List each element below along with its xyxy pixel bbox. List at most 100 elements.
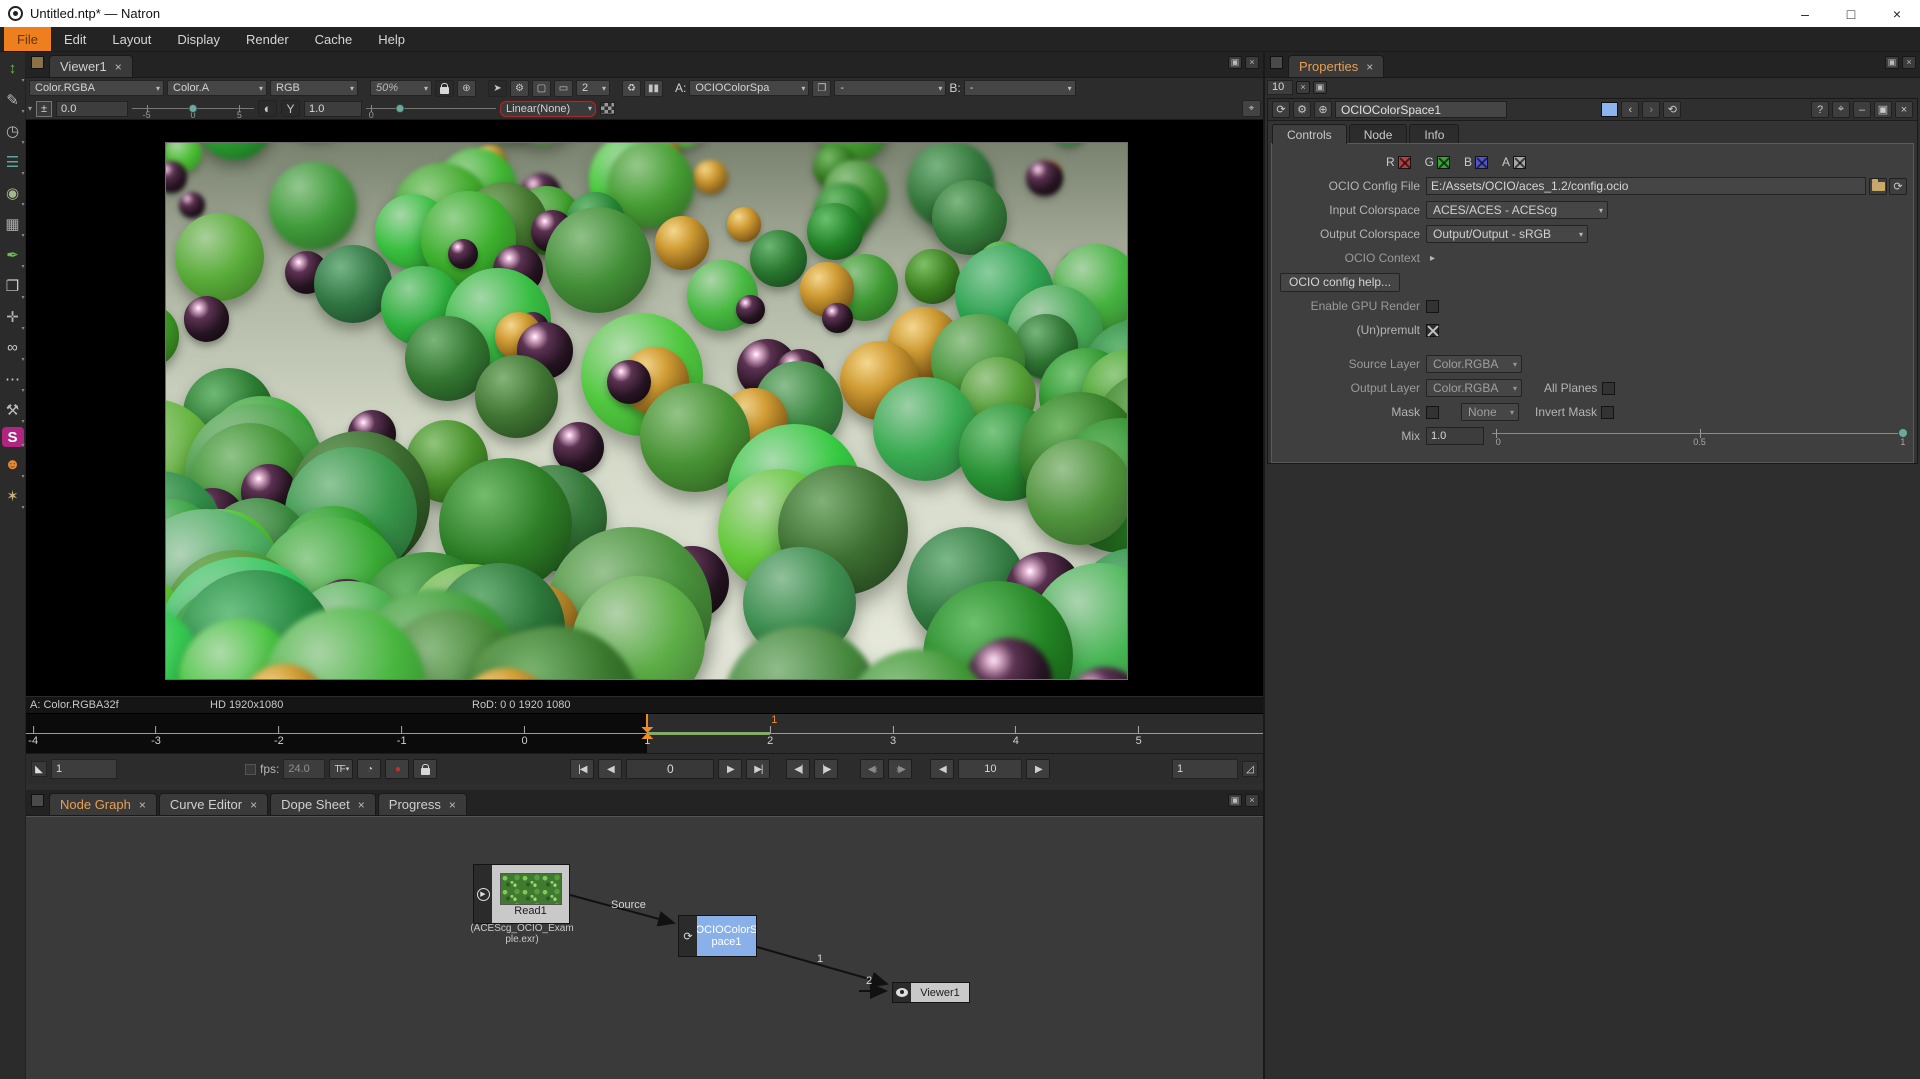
timeline-in-icon[interactable]: ◣	[31, 761, 47, 777]
maximize-button[interactable]: □	[1828, 0, 1874, 27]
close-panel-icon[interactable]: ×	[1895, 101, 1913, 118]
roi-settings-button[interactable]: ⚙	[510, 80, 529, 97]
fps-lock-checkbox[interactable]	[245, 764, 256, 775]
ocio-config-input[interactable]: E:/Assets/OCIO/aces_1.2/config.ocio	[1426, 177, 1866, 195]
fps-input[interactable]	[283, 759, 325, 779]
in-point-input[interactable]	[51, 759, 117, 779]
input-colorspace-dropdown[interactable]: ACES/ACES - ACEScg▾	[1426, 201, 1608, 219]
operator-dropdown[interactable]: -▾	[834, 80, 946, 96]
node-name-field[interactable]: OCIOColorSpace1	[1335, 101, 1507, 118]
invert-mask-checkbox[interactable]	[1601, 406, 1614, 419]
gamma-slider-handle[interactable]	[395, 104, 404, 113]
tab-viewer1[interactable]: Viewer1 ×	[49, 55, 133, 77]
prev-keyframe-button[interactable]: ◀‹	[860, 759, 884, 779]
minimize-panels-icon[interactable]: ▣	[1313, 81, 1327, 94]
image-io-icon[interactable]: ↕	[2, 55, 24, 82]
draw-icon[interactable]: ✎	[2, 86, 24, 113]
a-input-dropdown[interactable]: OCIOColorSpa▾	[689, 80, 809, 96]
character-icon[interactable]: ☻	[2, 451, 24, 478]
turbo-mode-icon[interactable]: ●	[385, 759, 409, 779]
collapse-caret-icon[interactable]: ▾	[28, 104, 32, 113]
prev-frame-button[interactable]: ◀|	[786, 759, 810, 779]
render-cache-button[interactable]: ♻	[622, 80, 641, 97]
expander-icon[interactable]: ▸	[1430, 253, 1435, 264]
lock-timeline-icon[interactable]	[413, 759, 437, 779]
settings-gear-icon[interactable]: ⚙	[1293, 101, 1311, 118]
play-forward-button[interactable]: ▶	[718, 759, 742, 779]
output-layer-dropdown[interactable]: Color.RGBA▾	[1426, 379, 1522, 397]
layer-dropdown[interactable]: Color.RGBA▾	[29, 80, 164, 96]
refresh-icon[interactable]: ⟳	[1272, 101, 1290, 118]
close-icon[interactable]: ×	[139, 798, 146, 812]
pointer-mode-button[interactable]: ➤	[488, 80, 507, 97]
menu-render[interactable]: Render	[233, 27, 302, 51]
sync-viewers-icon[interactable]: ⌖	[1242, 100, 1261, 117]
next-frame-button[interactable]: |▶	[814, 759, 838, 779]
gain-input[interactable]	[56, 101, 128, 117]
redo-arrow-icon[interactable]: ›	[1642, 101, 1660, 118]
proxy-mode-button[interactable]: ⊕	[457, 80, 476, 97]
close-icon[interactable]: ×	[1366, 60, 1373, 74]
menu-layout[interactable]: Layout	[99, 27, 164, 51]
menu-edit[interactable]: Edit	[51, 27, 99, 51]
minimize-button[interactable]: –	[1782, 0, 1828, 27]
checkerboard-toggle-icon[interactable]	[600, 102, 615, 115]
tab-curve-editor[interactable]: Curve Editor×	[159, 793, 268, 815]
close-icon[interactable]: ×	[449, 798, 456, 812]
menu-help[interactable]: Help	[365, 27, 418, 51]
close-icon[interactable]: ×	[250, 798, 257, 812]
float-pane-icon[interactable]: ▣	[1885, 56, 1899, 69]
keyer-icon[interactable]: ✒	[2, 241, 24, 268]
frame-increment-input[interactable]	[958, 759, 1022, 779]
prev-increment-button[interactable]: ◀	[930, 759, 954, 779]
max-panels-input[interactable]	[1267, 80, 1293, 95]
float-pane-icon[interactable]: ▣	[1228, 794, 1242, 807]
full-frame-button[interactable]: ▭	[554, 80, 573, 97]
tab-node[interactable]: Node	[1349, 124, 1408, 144]
close-pane-icon[interactable]: ×	[1902, 56, 1916, 69]
tab-progress[interactable]: Progress×	[378, 793, 467, 815]
time-icon[interactable]: ◷	[2, 117, 24, 144]
mix-slider-handle[interactable]	[1898, 428, 1908, 438]
wipe-operator-icon[interactable]: ❐	[812, 80, 831, 97]
alpha-channel-dropdown[interactable]: Color.A▾	[167, 80, 267, 96]
close-pane-icon[interactable]: ×	[1245, 794, 1259, 807]
all-planes-checkbox[interactable]	[1602, 382, 1615, 395]
gamma-toggle-button[interactable]: Y	[281, 100, 300, 117]
pane-menu-icon[interactable]	[1270, 56, 1283, 69]
zoom-dropdown[interactable]: 50%▾	[370, 80, 432, 96]
merge-icon[interactable]: ❐	[2, 272, 24, 299]
tab-node-graph[interactable]: Node Graph×	[49, 793, 157, 815]
clear-panels-icon[interactable]: ×	[1296, 81, 1310, 94]
pane-menu-icon[interactable]	[31, 794, 44, 807]
undo-arrow-icon[interactable]: ‹	[1621, 101, 1639, 118]
menu-file[interactable]: File	[4, 27, 51, 51]
channel-g-checkbox[interactable]	[1437, 156, 1450, 169]
pane-menu-icon[interactable]	[31, 56, 44, 69]
play-backward-button[interactable]: ◀	[598, 759, 622, 779]
channel-icon[interactable]: ☰	[2, 148, 24, 175]
pause-updates-button[interactable]: ▮▮	[644, 80, 663, 97]
node-graph[interactable]: Source 1 2 ▶ Read1 (ACEScg_OCIO_Example.…	[26, 816, 1263, 1079]
playback-mode-icon[interactable]: ◔	[357, 759, 381, 779]
viewer-canvas[interactable]: HD	[26, 120, 1263, 696]
reload-config-icon[interactable]: ⟳	[1889, 178, 1907, 195]
views-icon[interactable]: ∞	[2, 334, 24, 361]
close-icon[interactable]: ×	[115, 60, 122, 74]
sapphire-icon[interactable]: S	[2, 427, 24, 447]
next-keyframe-button[interactable]: ›▶	[888, 759, 912, 779]
ocio-config-help-button[interactable]: OCIO config help...	[1280, 273, 1400, 292]
gain-slider[interactable]: -5 0 5	[132, 100, 254, 118]
node-read1[interactable]: ▶ Read1	[473, 864, 570, 924]
other-icon[interactable]: ⋯	[2, 365, 24, 392]
timeline-format-dropdown[interactable]: TF▾	[329, 759, 353, 779]
first-frame-button[interactable]: |◀	[570, 759, 594, 779]
minimize-panel-icon[interactable]: –	[1853, 101, 1871, 118]
close-icon[interactable]: ×	[358, 798, 365, 812]
timeline-out-icon[interactable]: ◿	[1242, 761, 1258, 777]
channel-a-checkbox[interactable]	[1513, 156, 1526, 169]
gpu-render-checkbox[interactable]	[1426, 300, 1439, 313]
gamma-slider[interactable]: 0	[366, 100, 496, 118]
display-channels-dropdown[interactable]: RGB▾	[270, 80, 358, 96]
node-viewer1[interactable]: Viewer1	[892, 982, 970, 1003]
